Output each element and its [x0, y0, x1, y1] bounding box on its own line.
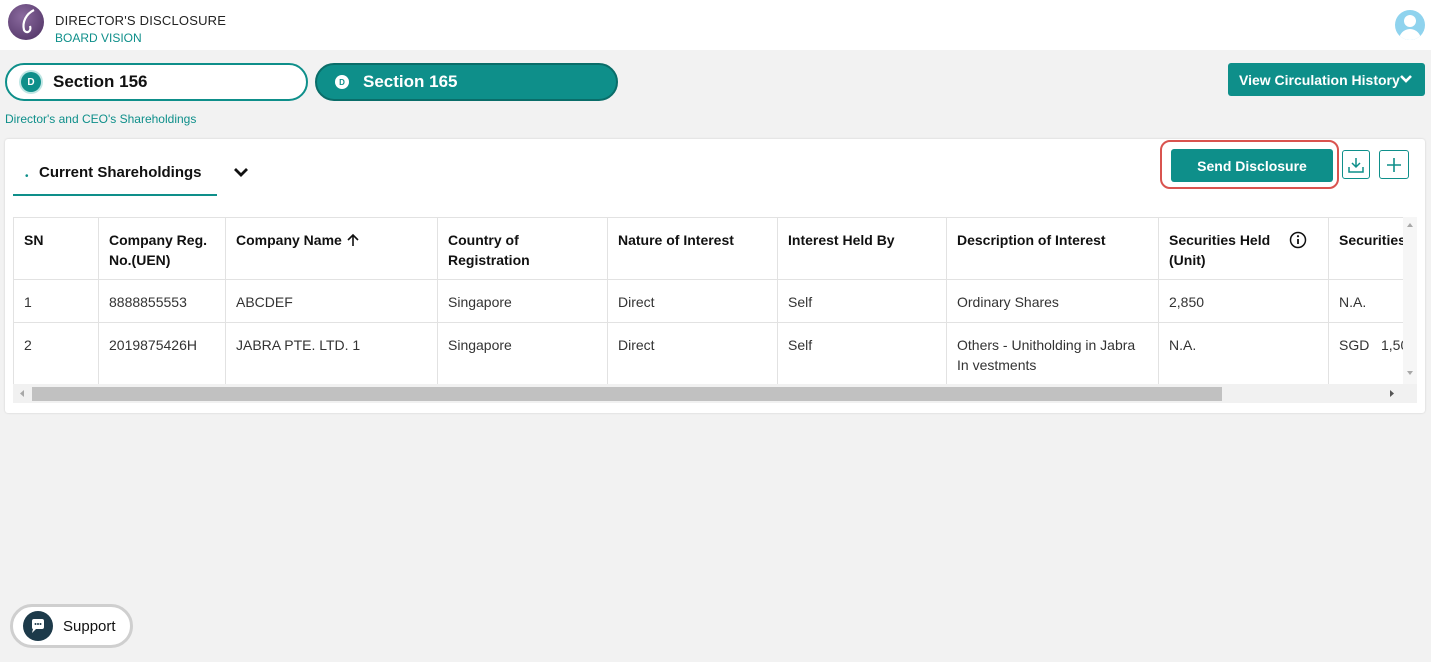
tab-section-165[interactable]: D Section 165	[315, 63, 618, 101]
view-circulation-history-button[interactable]: View Circulation History	[1228, 63, 1425, 96]
disclosure-badge-icon: D	[21, 72, 41, 92]
cell-sn: 1	[13, 279, 99, 323]
chevron-down-icon[interactable]	[233, 166, 249, 178]
app-title: DIRECTOR'S DISCLOSURE	[55, 13, 227, 28]
disclosure-badge-icon: D	[335, 75, 349, 89]
cell-nature-of-interest: Direct	[607, 279, 778, 323]
cell-interest-held-by: Self	[777, 322, 947, 385]
app-subtitle: BOARD VISION	[55, 31, 142, 45]
top-bar: DIRECTOR'S DISCLOSURE BOARD VISION	[0, 0, 1431, 50]
info-icon[interactable]	[1289, 231, 1307, 249]
cell-securities-held: 2,850	[1158, 279, 1329, 323]
plus-icon	[1387, 157, 1401, 172]
cell-sn: 2	[13, 322, 99, 385]
scroll-right-icon[interactable]	[1386, 384, 1398, 403]
tab-label: Section 165	[363, 72, 458, 91]
cell-country: Singapore	[437, 279, 608, 323]
cell-interest-held-by: Self	[777, 279, 947, 323]
shareholdings-table-container[interactable]: SN Company Reg. No.(UEN) Company Name Co…	[13, 217, 1417, 404]
cell-description: Others - Unitholding in Jabra In vestmen…	[946, 322, 1159, 385]
cell-description: Ordinary Shares	[946, 279, 1159, 323]
sort-ascending-icon[interactable]	[346, 233, 360, 247]
cell-company-name: JABRA PTE. LTD. 1	[225, 322, 438, 385]
table-row[interactable]: 1 8888855553 ABCDEF Singapore Direct Sel…	[13, 279, 1417, 323]
cell-securities-held: N.A.	[1158, 322, 1329, 385]
horizontal-scroll-thumb[interactable]	[32, 387, 1222, 401]
cell-company-reg-no: 8888855553	[98, 279, 226, 323]
current-shareholdings-label: Current Shareholdings	[39, 164, 202, 181]
cell-nature-of-interest: Direct	[607, 322, 778, 385]
header-company-reg-no[interactable]: Company Reg. No.(UEN)	[98, 217, 226, 280]
table-row[interactable]: 2 2019875426H JABRA PTE. LTD. 1 Singapor…	[13, 322, 1417, 385]
scroll-up-icon[interactable]	[1403, 219, 1417, 231]
header-country-of-registration[interactable]: Country of Registration	[437, 217, 608, 280]
support-button[interactable]: Support	[10, 604, 133, 648]
view-history-label: View Circulation History	[1239, 71, 1400, 88]
tab-section-156[interactable]: D Section 156	[5, 63, 308, 101]
header-interest-held-by[interactable]: Interest Held By	[777, 217, 947, 280]
header-securities-held[interactable]: Securities Held (Unit)	[1158, 217, 1329, 280]
tab-label: Section 156	[53, 72, 148, 91]
board-vision-logo	[8, 4, 44, 40]
chat-bubble-icon	[23, 611, 53, 641]
scroll-down-icon[interactable]	[1403, 367, 1417, 379]
chevron-down-icon	[1400, 75, 1412, 83]
header-sn[interactable]: SN	[13, 217, 99, 280]
send-disclosure-button[interactable]: Send Disclosure	[1171, 149, 1333, 182]
page-subtitle: Director's and CEO's Shareholdings	[5, 112, 197, 126]
vertical-scrollbar[interactable]	[1403, 217, 1417, 384]
add-shareholding-button[interactable]	[1379, 150, 1409, 179]
bullet-icon: •	[25, 171, 29, 182]
header-company-name[interactable]: Company Name	[225, 217, 438, 280]
scroll-left-icon[interactable]	[16, 384, 28, 403]
download-icon	[1348, 157, 1364, 173]
user-avatar-icon[interactable]	[1395, 10, 1425, 40]
tab-current-shareholdings[interactable]: • Current Shareholdings	[13, 159, 217, 196]
support-label: Support	[63, 617, 116, 635]
cell-company-name: ABCDEF	[225, 279, 438, 323]
shareholdings-card: • Current Shareholdings Send Disclosure …	[5, 139, 1425, 413]
download-button[interactable]	[1342, 150, 1370, 179]
cell-country: Singapore	[437, 322, 608, 385]
horizontal-scrollbar[interactable]	[13, 384, 1417, 403]
header-nature-of-interest[interactable]: Nature of Interest	[607, 217, 778, 280]
cell-company-reg-no: 2019875426H	[98, 322, 226, 385]
shareholdings-table: SN Company Reg. No.(UEN) Company Name Co…	[13, 217, 1417, 385]
header-description-of-interest[interactable]: Description of Interest	[946, 217, 1159, 280]
table-header-row: SN Company Reg. No.(UEN) Company Name Co…	[13, 217, 1417, 280]
